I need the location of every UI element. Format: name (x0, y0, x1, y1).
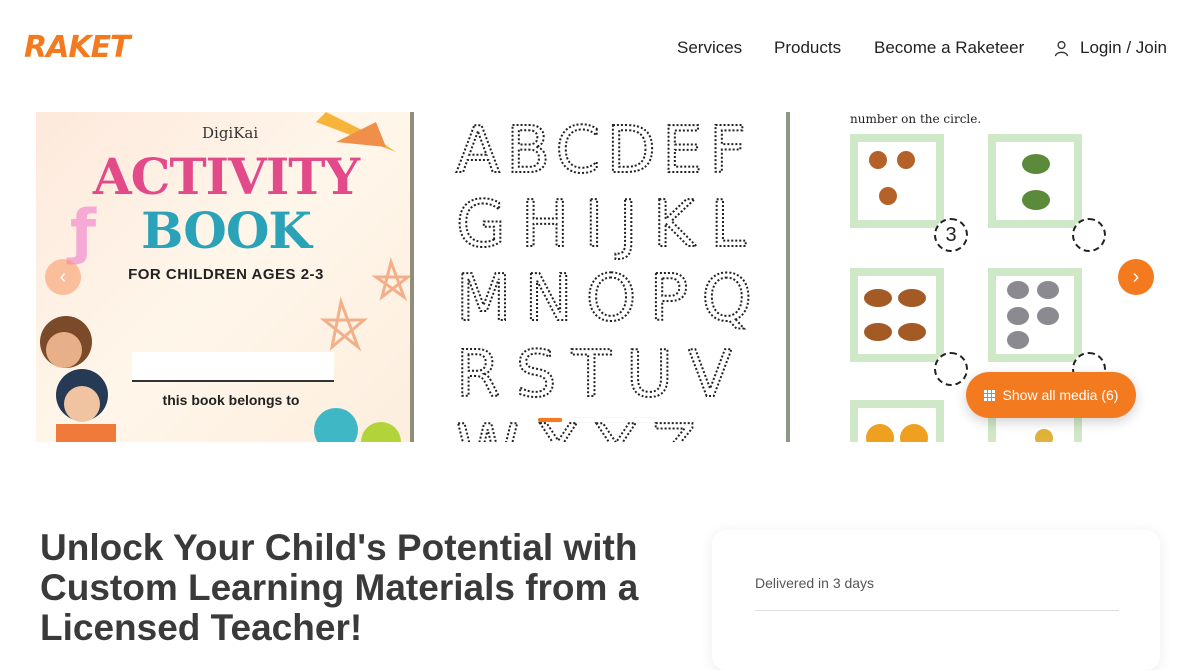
card-divider (755, 610, 1119, 611)
turtle-icon (1022, 154, 1050, 210)
answer-circle-empty (1072, 218, 1106, 252)
nav-become-raketeer[interactable]: Become a Raketeer (874, 38, 1024, 58)
carousel-dot-active[interactable] (538, 418, 562, 422)
cover-belongs-text: this book belongs to (162, 392, 300, 408)
show-all-media-button[interactable]: Show all media (6) (966, 372, 1136, 418)
cover-title: ACTIVITY BOOK (76, 150, 376, 258)
cover-subtitle: FOR CHILDREN AGES 2-3 (128, 266, 324, 283)
carousel-dot[interactable] (602, 418, 626, 422)
name-box (132, 352, 334, 382)
carousel-dot[interactable] (570, 418, 594, 422)
monkey-icon (869, 151, 915, 205)
delivery-time: Delivered in 3 days (755, 575, 875, 591)
count-box-turtles (988, 134, 1082, 228)
letters-row-4: RSTUV (456, 338, 732, 412)
site-header: RAKET Services Products Become a Raketee… (0, 0, 1200, 100)
login-join-link[interactable]: Login / Join (1053, 38, 1167, 58)
letters-row-1: ABCDEF (456, 114, 746, 188)
order-card: Delivered in 3 days (712, 530, 1160, 670)
cover-title-line1: ACTIVITY (92, 147, 360, 206)
count-box-monkeys (850, 134, 944, 228)
elephant-icon (1007, 281, 1059, 349)
count-box-elephants (988, 268, 1082, 362)
login-join-label: Login / Join (1080, 38, 1167, 57)
page-headline: Unlock Your Child's Potential with Custo… (40, 527, 639, 648)
carousel-dots (538, 418, 658, 422)
count-box-lions (850, 400, 944, 442)
letters-row-5: WXYZ (456, 412, 696, 442)
letters-svg: ABCDEF GHIJKL MNOPQ RSTUV WXYZ (455, 113, 753, 442)
slide-tracing-letters[interactable]: ABCDEF GHIJKL MNOPQ RSTUV WXYZ (414, 112, 786, 442)
worksheet-instruction: number on the circle. (850, 112, 982, 126)
cover-brand: DigiKai (202, 124, 259, 142)
answer-circle-empty (934, 352, 968, 386)
letters-row-3: MNOPQ (456, 262, 752, 336)
slide-activity-book[interactable]: ƒ DigiKai ACTIVITY BOOK FOR CHILDREN AGE… (36, 112, 410, 442)
user-icon (1054, 40, 1069, 56)
carousel-next-button[interactable]: › (1118, 259, 1154, 295)
horse-icon (864, 289, 926, 341)
grid-icon (983, 389, 995, 401)
nav-services[interactable]: Services (677, 38, 742, 58)
lion-icon (866, 424, 928, 442)
raket-logo[interactable]: RAKET (24, 30, 131, 65)
answer-circle: 3 (934, 218, 968, 252)
carousel-prev-button[interactable]: ‹ (45, 259, 81, 295)
nav-products[interactable]: Products (774, 38, 841, 58)
letters-row-2: GHIJKL (456, 188, 746, 262)
show-all-media-label: Show all media (6) (1002, 387, 1119, 403)
carousel-dot[interactable] (634, 418, 658, 422)
cover-title-line2: BOOK (141, 201, 312, 260)
chevron-right-icon: › (1132, 265, 1140, 288)
count-box-horses (850, 268, 944, 362)
chevron-left-icon: ‹ (59, 265, 67, 288)
